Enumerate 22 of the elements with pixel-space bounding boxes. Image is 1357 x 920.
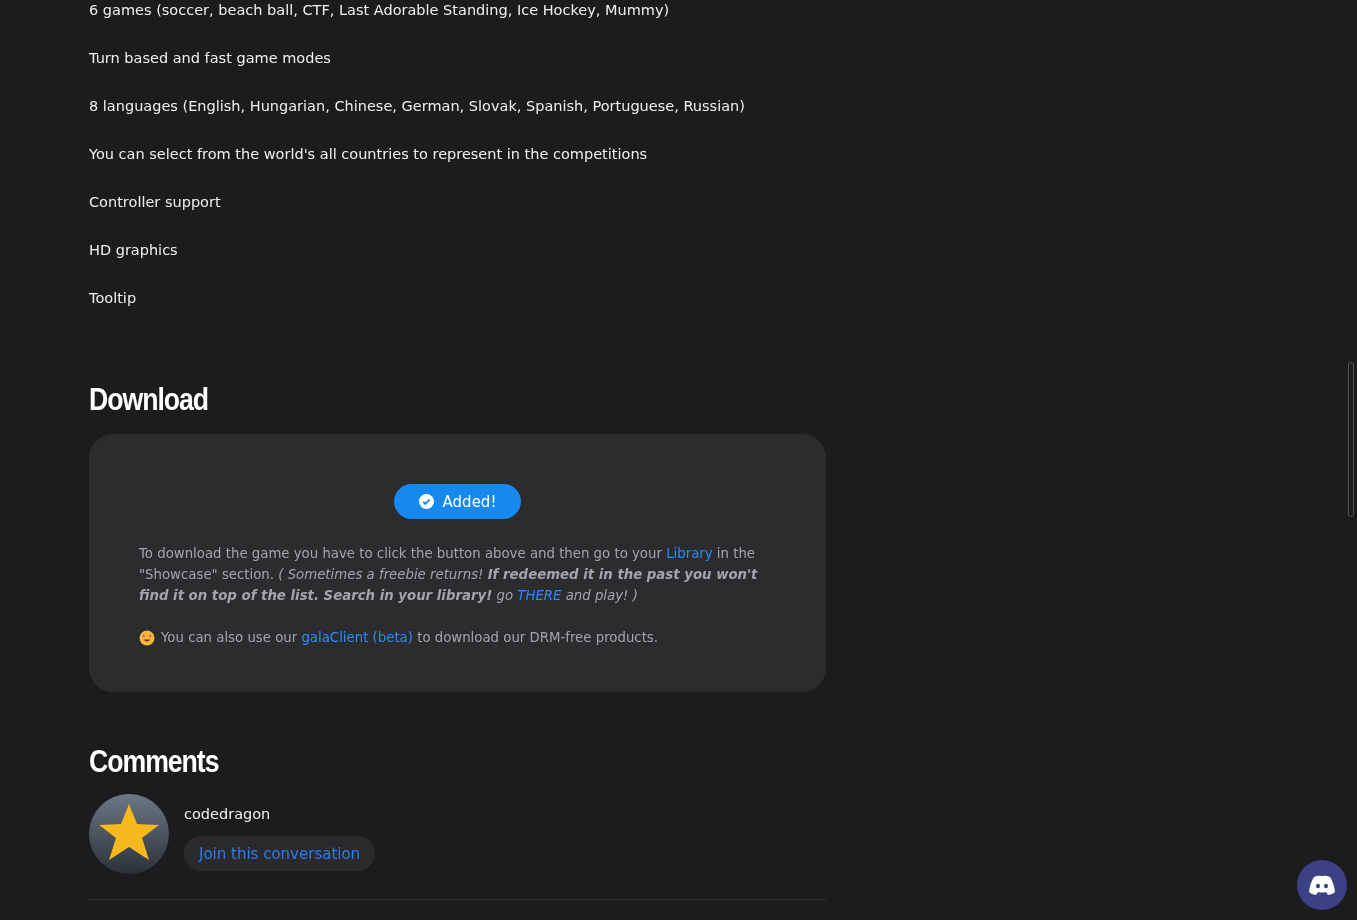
- check-icon: [418, 494, 434, 509]
- feature-item: HD graphics: [89, 241, 179, 260]
- feature-item: Tooltip: [89, 289, 138, 308]
- feature-item: You can select from the world's all countries to represent in the competitions: [89, 145, 649, 164]
- scrollbar-thumb[interactable]: [1348, 362, 1354, 517]
- feature-item: 8 languages (English, Hungarian, Chinese, German, Slovak, Spanish, Portuguese, Russian): [89, 97, 746, 116]
- text-link[interactable]: THERE: [517, 588, 562, 603]
- added-button[interactable]: Added!: [393, 484, 522, 519]
- feature-item: Turn based and fast game modes: [89, 49, 332, 68]
- emoji-icon: [139, 629, 155, 646]
- text-link[interactable]: Library: [666, 546, 713, 561]
- feature-item: 6 games (soccer, beach ball, CTF, Last Adorable Standing, Ice Hockey, Mummy): [89, 1, 671, 20]
- download-instructions: To download the game you have to click the button above and then go to your Library in the "Showcase" section. ( Sometimes a freebie returns! If redeemed it in the past you won't find it on top of the list. Search in your library! go THERE and play! ): [139, 545, 759, 605]
- join-conversation-button[interactable]: Join this conversation: [184, 836, 376, 871]
- section-heading: Comments: [89, 743, 220, 781]
- username: codedragon: [184, 806, 272, 822]
- feature-item: Controller support: [89, 193, 222, 212]
- client-note: You can also use our galaClient (beta) to download our DRM-free products.: [161, 629, 659, 647]
- controller-logo-icon: [1308, 874, 1336, 896]
- text-link[interactable]: galaClient (beta): [301, 630, 413, 645]
- section-heading: Download: [89, 381, 210, 419]
- chat-button[interactable]: [1297, 860, 1347, 910]
